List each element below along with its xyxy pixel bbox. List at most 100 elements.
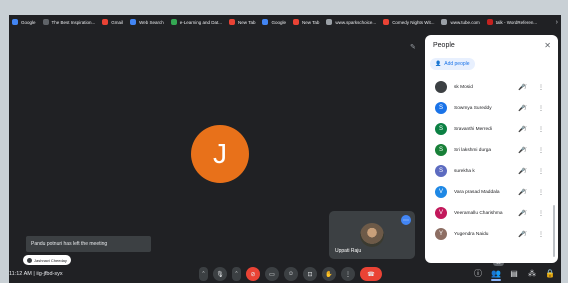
raise-hand-icon[interactable]: ✋ [322, 267, 336, 281]
mic-options-chevron-icon[interactable]: ⌃ [199, 267, 208, 281]
mic-muted-icon: 🎤̸ [518, 231, 526, 238]
bookmark-item[interactable]: Google [262, 19, 286, 25]
bookmark-favicon-icon [12, 19, 18, 25]
info-icon[interactable]: ⓘ [473, 267, 483, 279]
bookmark-item[interactable]: The Best Inspiration... [42, 19, 96, 25]
participant-avatar: Y [435, 228, 447, 240]
bookmark-item[interactable]: e-Learning and Dat... [170, 19, 222, 25]
self-view-tile[interactable]: Uppati Raju ⋯ [329, 211, 415, 259]
more-options-icon[interactable]: ⋮ [538, 84, 544, 91]
more-options-icon[interactable]: ⋮ [538, 147, 544, 154]
camera-off-icon[interactable]: ⊘ [246, 267, 260, 281]
bookmark-favicon-icon [102, 19, 109, 25]
participant-avatar: S [435, 123, 447, 135]
bookmark-label: talk - WordReferen... [495, 19, 538, 25]
participant-row[interactable]: V Vara prasad Maddala 🎤̸ ⋮ [425, 182, 551, 202]
presenter-chip-label: Jashnavi Cheeday [34, 257, 67, 263]
pin-icon[interactable]: ✎ [410, 43, 416, 51]
participant-name: Sowmya Sureddy [454, 105, 492, 111]
bookmark-label: The Best Inspiration... [51, 19, 96, 25]
more-options-icon[interactable]: ⋮ [538, 231, 544, 238]
captions-icon[interactable]: ▭ [265, 267, 279, 281]
presenter-chip: Jashnavi Cheeday [23, 255, 71, 265]
leave-call-icon[interactable]: ☎ [360, 267, 382, 281]
participant-row[interactable]: Y Yugendra Naidu 🎤̸ ⋮ [425, 224, 551, 244]
participant-row[interactable]: sk Mosid 🎤̸ ⋮ [425, 77, 551, 97]
participant-name: Vara prasad Maddala [454, 189, 500, 195]
mic-muted-icon: 🎤̸ [518, 84, 526, 91]
bookmark-label: New Tab [301, 19, 320, 25]
bookmark-item[interactable]: www.sparkschoice... [326, 19, 376, 25]
host-controls-icon[interactable]: 🔒 [545, 267, 555, 279]
bookmark-item[interactable]: Web Search [130, 19, 164, 25]
bookmark-item[interactable]: Google [12, 19, 36, 25]
chevron-right-icon[interactable]: › [556, 19, 558, 26]
bookmark-favicon-icon [130, 19, 137, 25]
bookmark-favicon-icon [292, 19, 299, 25]
participant-name: sk Mosid [454, 84, 473, 90]
more-options-icon[interactable]: ⋯ [401, 215, 411, 225]
avatar: J [191, 125, 249, 183]
bookmark-favicon-icon [441, 19, 448, 25]
bookmark-favicon-icon [262, 19, 269, 25]
mic-muted-icon: 🎤̸ [518, 189, 526, 196]
bookmark-item[interactable]: talk - WordReferen... [486, 19, 538, 25]
panel-title: People [433, 42, 455, 49]
participant-avatar: S [435, 144, 447, 156]
mic-muted-icon: 🎤̸ [518, 147, 526, 154]
chat-icon[interactable]: ▤ [509, 267, 519, 279]
mic-muted-icon: 🎤̸ [518, 126, 526, 133]
add-person-icon: 👤 [435, 61, 442, 67]
bookmark-favicon-icon [229, 19, 236, 25]
participant-name: Yugendra Naidu [454, 231, 489, 237]
bottom-bar: 11:12 AM | iig-jfbd-syx ⌃ 🎙 ⌃ ⊘ ▭ ☺ ⊡ ✋ … [9, 260, 561, 283]
people-icon[interactable]: 👥 25 [491, 260, 504, 281]
bookmark-label: Google [21, 19, 36, 25]
meeting-clock: 11:12 AM | iig-jfbd-syx [9, 271, 63, 277]
present-icon[interactable]: ⊡ [303, 267, 317, 281]
self-avatar [360, 223, 384, 247]
participant-tile: J ✎ Uppati Raju ⋯ Pandu potnuri has left… [13, 33, 425, 265]
mic-muted-icon: 🎤̸ [518, 168, 526, 175]
bookmark-item[interactable]: Gmail [102, 19, 123, 25]
bookmarks-bar: Google The Best Inspiration... Gmail Web Se… [9, 15, 561, 29]
add-people-button[interactable]: 👤 Add people [430, 58, 475, 70]
bookmark-label: Web Search [139, 19, 164, 25]
more-options-icon[interactable]: ⋮ [538, 105, 544, 112]
participant-row[interactable]: S Sravanthi Merredi 🎤̸ ⋮ [425, 119, 551, 139]
bookmark-label: www.sparkschoice... [335, 19, 377, 25]
close-icon[interactable]: ✕ [544, 41, 551, 50]
bookmark-label: Comedy Nights Wit... [392, 19, 435, 25]
more-icon[interactable]: ⋮ [341, 267, 355, 281]
participant-row[interactable]: S Sri lakshmi durga 🎤̸ ⋮ [425, 140, 551, 160]
participant-name: Veeramallu Charishma [454, 210, 503, 216]
people-panel: People ✕ 👤 Add people sk Mosid 🎤̸ ⋮ S Sowmya… [425, 35, 558, 263]
bookmark-favicon-icon [326, 19, 333, 25]
bookmark-item[interactable]: New Tab [229, 19, 255, 25]
participant-row[interactable]: S Sowmya Sureddy 🎤̸ ⋮ [425, 98, 551, 118]
add-people-label: Add people [444, 61, 470, 67]
participant-row[interactable]: Ssurekha k 🎤̸ ⋮ [425, 161, 551, 181]
bookmark-label: Google [271, 19, 286, 25]
mic-muted-icon: 🎤̸ [518, 210, 526, 217]
more-options-icon[interactable]: ⋮ [538, 189, 544, 196]
more-options-icon[interactable]: ⋮ [538, 126, 544, 133]
participant-row[interactable]: V Veeramallu Charishma 🎤̸ ⋮ [425, 203, 551, 223]
participant-name: Sri lakshmi durga [454, 147, 492, 153]
person-icon [27, 257, 32, 263]
bookmark-favicon-icon [486, 19, 493, 25]
activities-icon[interactable]: ⁂ [527, 267, 537, 279]
camera-options-chevron-icon[interactable]: ⌃ [232, 267, 241, 281]
mic-muted-icon: 🎤̸ [518, 105, 526, 112]
scrollbar[interactable] [553, 205, 555, 257]
bookmark-item[interactable]: www.tube.com [441, 19, 480, 25]
bookmark-item[interactable]: New Tab [292, 19, 320, 25]
mic-icon[interactable]: 🎙 [213, 267, 227, 281]
more-options-icon[interactable]: ⋮ [538, 168, 544, 175]
bookmark-item[interactable]: Comedy Nights Wit... [383, 19, 434, 25]
more-options-icon[interactable]: ⋮ [538, 210, 544, 217]
call-controls: ⌃ 🎙 ⌃ ⊘ ▭ ☺ ⊡ ✋ ⋮ ☎ [199, 267, 382, 281]
bookmark-label: New Tab [238, 19, 256, 25]
emoji-icon[interactable]: ☺ [284, 267, 298, 281]
bookmark-label: Gmail [111, 19, 124, 25]
